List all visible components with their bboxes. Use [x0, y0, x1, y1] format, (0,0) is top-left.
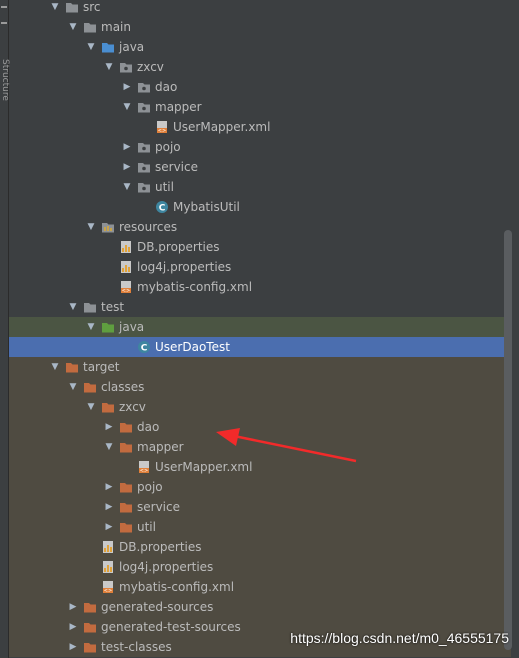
- annotation-arrow: [216, 428, 357, 463]
- csdn-watermark: https://blog.csdn.net/m0_46555175: [290, 630, 509, 646]
- annotation-arrow-head: [216, 428, 240, 446]
- annotation-arrow-shaft: [233, 434, 357, 463]
